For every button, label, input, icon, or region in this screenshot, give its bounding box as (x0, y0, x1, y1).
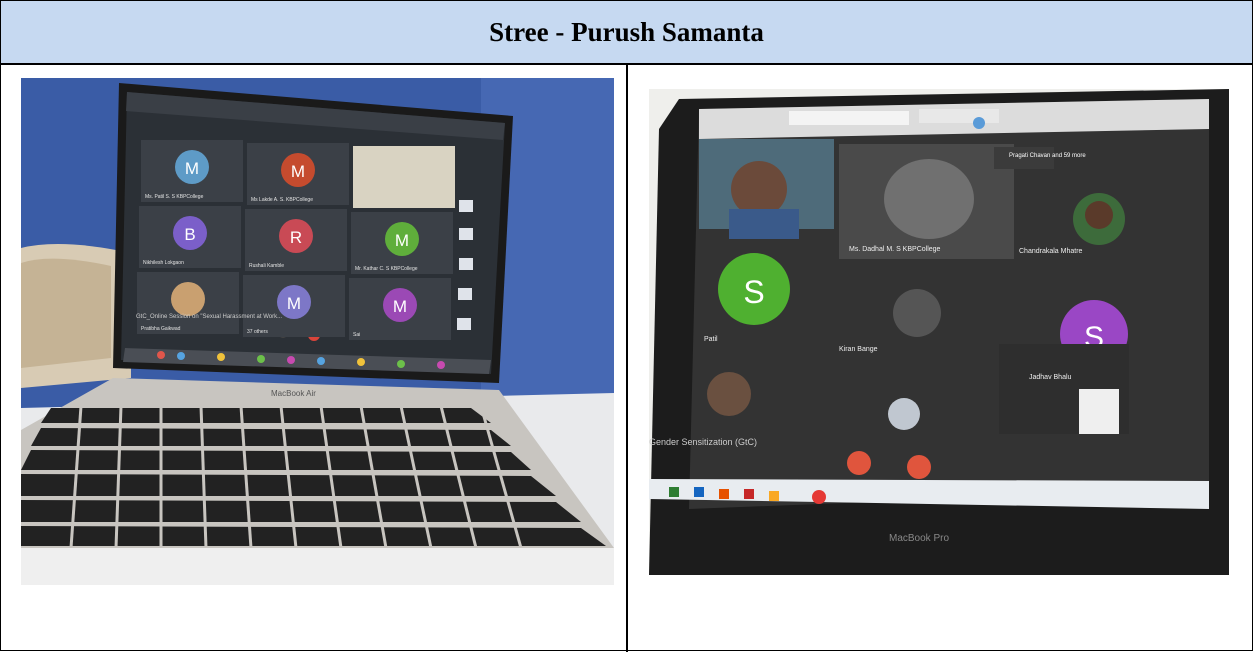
participant-initial-right-s1: S (743, 274, 764, 310)
participant-label-left: Rushali Kamble (249, 263, 284, 269)
photo-right-illustration: Ms. Dadhal M. S KBPCollege Chandrakala M… (649, 89, 1229, 575)
photo-left-illustration: M Ms. Patil S. S KBPCollege M Ms Lakde A. S… (21, 78, 614, 585)
participant-label-left: Nikhilesh Lokgaon (143, 260, 184, 266)
participant-initial-left: M (185, 159, 199, 178)
table-cell-left: M Ms. Patil S. S KBPCollege M Ms Lakde A. S… (1, 65, 626, 652)
participant-label-right-5: Kiran Bange (839, 346, 878, 353)
participant-avatar-left (171, 282, 205, 316)
laptop-brand-label-right: MacBook Pro (889, 533, 949, 544)
laptop-brand-label-left: MacBook Air (271, 389, 316, 398)
participant-label-left: Mr. Kathar C. S KBPCollege (355, 266, 418, 272)
title-row: Stree - Purush Samanta (1, 1, 1252, 65)
participant-label-left: 37 others (247, 329, 268, 335)
participant-label-right-4: Patil (704, 336, 718, 343)
participant-initial-left: M (291, 162, 305, 181)
participant-initial-left: M (393, 297, 407, 316)
participant-initial-left: B (184, 225, 195, 244)
participant-label-right-3: Chandrakala Mhatre (1019, 248, 1083, 255)
participant-label-left: Ms. Patil S. S KBPCollege (145, 194, 204, 200)
document-table: Stree - Purush Samanta M Ms. Patil S. S … (0, 0, 1253, 652)
participant-label-left: Pratibha Gaikwad (141, 326, 181, 332)
photo-laptop-meeting-right: Ms. Dadhal M. S KBPCollege Chandrakala M… (649, 89, 1229, 575)
meeting-caption-right: Gender Sensitization (GtC) (649, 437, 757, 447)
page-title: Stree - Purush Samanta (489, 16, 764, 47)
participant-label-left: Ms Lakde A. S. KBPCollege (251, 197, 313, 203)
table-cell-right: Ms. Dadhal M. S KBPCollege Chandrakala M… (628, 65, 1252, 652)
participant-label-left: Sai (353, 332, 360, 338)
meeting-caption-left: GtC_Online Session on "Sexual Harassment… (136, 314, 282, 320)
participant-tile-left (353, 146, 455, 208)
participant-label-right-6: Jadhav Bhalu (1029, 374, 1072, 381)
participant-initial-left: M (395, 231, 409, 250)
participant-initial-left: R (290, 228, 302, 247)
presenter-name-right: Pragati Chavan and 59 more (1009, 153, 1086, 159)
participant-label-right-2: Ms. Dadhal M. S KBPCollege (849, 246, 941, 253)
photo-laptop-meeting-left: M Ms. Patil S. S KBPCollege M Ms Lakde A. S… (21, 78, 614, 585)
participant-initial-left: M (287, 294, 301, 313)
